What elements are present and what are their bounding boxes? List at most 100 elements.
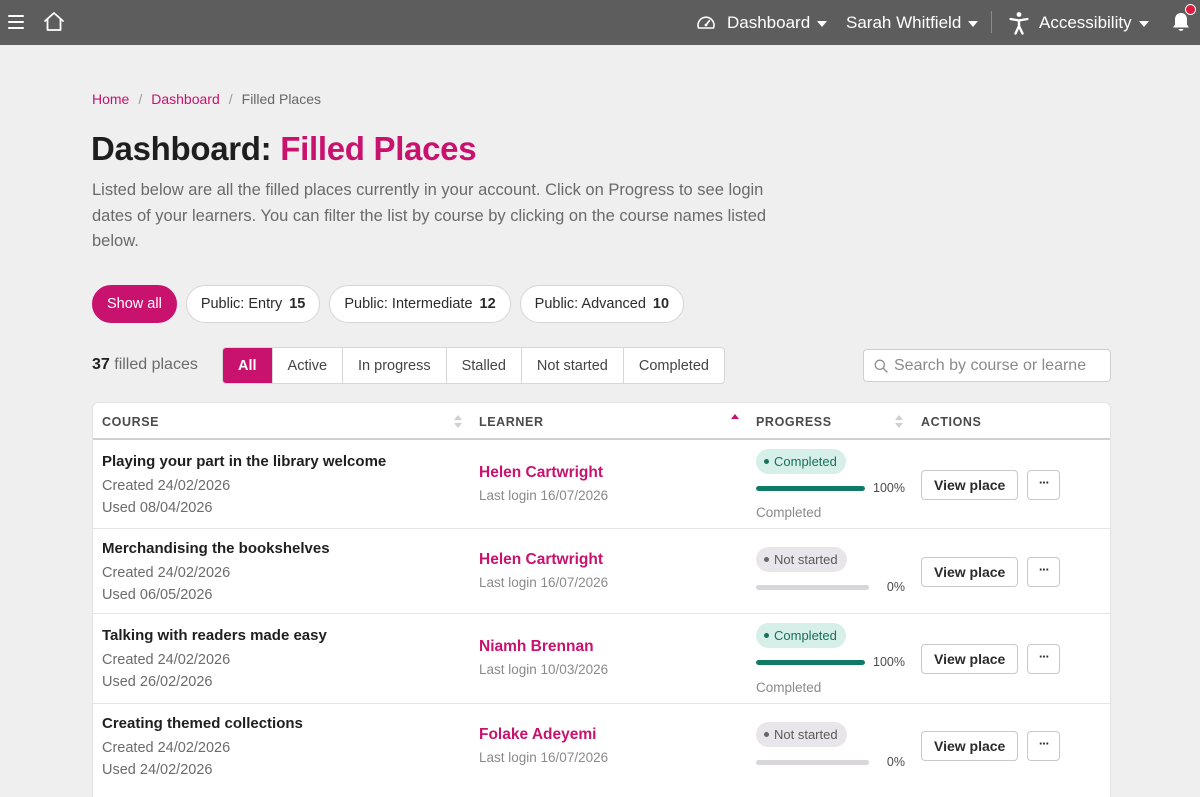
page-title: Dashboard: Filled Places — [91, 130, 477, 168]
view-place-button[interactable]: View place — [921, 557, 1019, 587]
breadcrumb-home-link[interactable]: Home — [92, 91, 129, 107]
tab-in-progress[interactable]: In progress — [342, 348, 446, 383]
breadcrumb-separator: / — [138, 91, 143, 107]
actions-cell: View place ··· — [921, 557, 1061, 587]
status-dot — [764, 557, 769, 562]
user-menu-label: Sarah Whitfield — [846, 12, 962, 32]
search-icon — [874, 359, 888, 373]
progress-percent: 0% — [886, 580, 905, 594]
breadcrumb-current: Filled Places — [241, 91, 322, 107]
home-icon[interactable] — [42, 10, 66, 34]
breadcrumb-dashboard-link[interactable]: Dashboard — [151, 91, 220, 107]
course-created: Created 24/02/2026 — [102, 652, 231, 668]
view-place-button[interactable]: View place — [921, 731, 1019, 761]
learner-name-link[interactable]: Helen Cartwright — [479, 550, 608, 570]
top-bar: Dashboard Sarah Whitfield Accessibility — [0, 0, 1200, 45]
accessibility-menu[interactable]: Accessibility — [1008, 0, 1149, 45]
more-options-button[interactable]: ··· — [1027, 557, 1061, 587]
course-cell: Talking with readers made easy Created 2… — [102, 626, 327, 693]
more-options-button[interactable]: ··· — [1027, 644, 1061, 674]
filter-pill-public-entry[interactable]: Public: Entry 15 — [185, 285, 321, 323]
filled-places-table: COURSE LEARNER PROGRESS ACTIONS Playing … — [92, 402, 1111, 797]
learner-name-link[interactable]: Helen Cartwright — [479, 463, 608, 483]
sort-ascending-icon[interactable] — [731, 414, 739, 428]
table-row: Creating themed collections Created 24/0… — [93, 704, 1110, 797]
view-place-button[interactable]: View place — [921, 644, 1019, 674]
status-dot — [764, 459, 769, 464]
progress-percent: 0% — [886, 755, 905, 769]
filter-pill-label: Public: Advanced — [534, 296, 646, 312]
status-dot — [764, 633, 769, 638]
progress-bar — [756, 585, 869, 590]
progress-status-text: Completed — [756, 505, 822, 520]
filter-pill-show-all[interactable]: Show all — [92, 285, 177, 323]
column-header-learner[interactable]: LEARNER — [479, 403, 544, 440]
tab-active[interactable]: Active — [271, 348, 343, 383]
actions-cell: View place ··· — [921, 644, 1061, 674]
tab-completed[interactable]: Completed — [622, 348, 724, 383]
menu-icon[interactable] — [8, 12, 24, 32]
page-title-prefix: Dashboard: — [91, 130, 272, 167]
filter-pill-label: Show all — [107, 296, 162, 312]
dashboard-menu[interactable]: Dashboard — [696, 0, 828, 45]
tab-not-started[interactable]: Not started — [520, 348, 623, 383]
accessibility-menu-label: Accessibility — [1039, 12, 1132, 32]
column-header-course[interactable]: COURSE — [102, 403, 159, 440]
progress-cell[interactable]: Completed 100% Completed — [756, 623, 906, 695]
status-badge: Not started — [756, 547, 847, 572]
page-title-accent: Filled Places — [280, 130, 477, 167]
learner-name-link[interactable]: Folake Adeyemi — [479, 725, 608, 745]
sort-icon[interactable] — [895, 415, 903, 429]
search-input[interactable] — [894, 356, 1106, 375]
tab-all[interactable]: All — [223, 348, 272, 383]
more-options-button[interactable]: ··· — [1027, 731, 1061, 761]
progress-cell[interactable]: Completed 100% Completed — [756, 449, 906, 520]
status-badge-label: Not started — [774, 727, 838, 742]
status-badge: Completed — [756, 623, 846, 648]
progress-bar-wrap: 100% — [756, 655, 906, 671]
last-login: Last login 16/07/2026 — [479, 488, 609, 503]
progress-status-text: Completed — [756, 680, 822, 695]
column-header-progress[interactable]: PROGRESS — [756, 403, 832, 440]
learner-cell: Niamh Brennan Last login 10/03/2026 — [479, 637, 608, 677]
last-login: Last login 16/07/2026 — [479, 575, 609, 590]
view-place-button[interactable]: View place — [921, 470, 1019, 500]
breadcrumb: Home / Dashboard / Filled Places — [92, 91, 321, 107]
progress-bar-wrap: 100% — [756, 481, 906, 497]
learner-name-link[interactable]: Niamh Brennan — [479, 637, 608, 657]
actions-cell: View place ··· — [921, 470, 1061, 500]
course-created: Created 24/02/2026 — [102, 565, 231, 581]
course-cell: Creating themed collections Created 24/0… — [102, 714, 303, 781]
course-used: Used 06/05/2026 — [102, 587, 213, 603]
filled-places-label: filled places — [114, 356, 198, 373]
status-badge-label: Completed — [774, 454, 837, 469]
progress-bar — [756, 486, 865, 491]
progress-cell[interactable]: Not started 0% — [756, 547, 906, 594]
actions-cell: View place ··· — [921, 731, 1061, 761]
filter-pill-public-intermediate[interactable]: Public: Intermediate 12 — [329, 285, 511, 323]
learner-cell: Folake Adeyemi Last login 16/07/2026 — [479, 725, 608, 765]
dashboard-gauge-icon — [697, 15, 715, 29]
course-title: Playing your part in the library welcome — [102, 453, 387, 470]
dashboard-menu-label: Dashboard — [727, 12, 811, 32]
filter-pill-count: 12 — [479, 296, 496, 312]
progress-cell[interactable]: Not started 0% — [756, 722, 906, 769]
progress-percent: 100% — [873, 655, 905, 669]
status-badge: Completed — [756, 449, 846, 474]
course-cell: Playing your part in the library welcome… — [102, 452, 386, 519]
filter-pill-public-advanced[interactable]: Public: Advanced 10 — [519, 285, 685, 323]
sort-icon[interactable] — [454, 415, 462, 429]
course-title: Creating themed collections — [102, 715, 303, 732]
learner-cell: Helen Cartwright Last login 16/07/2026 — [479, 463, 608, 503]
tab-stalled[interactable]: Stalled — [445, 348, 521, 383]
table-row: Merchandising the bookshelves Created 24… — [93, 529, 1110, 614]
more-options-button[interactable]: ··· — [1027, 470, 1061, 500]
chevron-down-icon — [968, 20, 979, 27]
filled-places-count: 37 filled places — [92, 356, 198, 374]
progress-bar — [756, 660, 865, 665]
column-header-actions: ACTIONS — [921, 414, 982, 429]
course-created: Created 24/02/2026 — [102, 740, 231, 756]
table-row: Talking with readers made easy Created 2… — [93, 614, 1110, 704]
user-menu[interactable]: Sarah Whitfield — [846, 0, 979, 45]
accessibility-person-icon — [1009, 11, 1029, 35]
